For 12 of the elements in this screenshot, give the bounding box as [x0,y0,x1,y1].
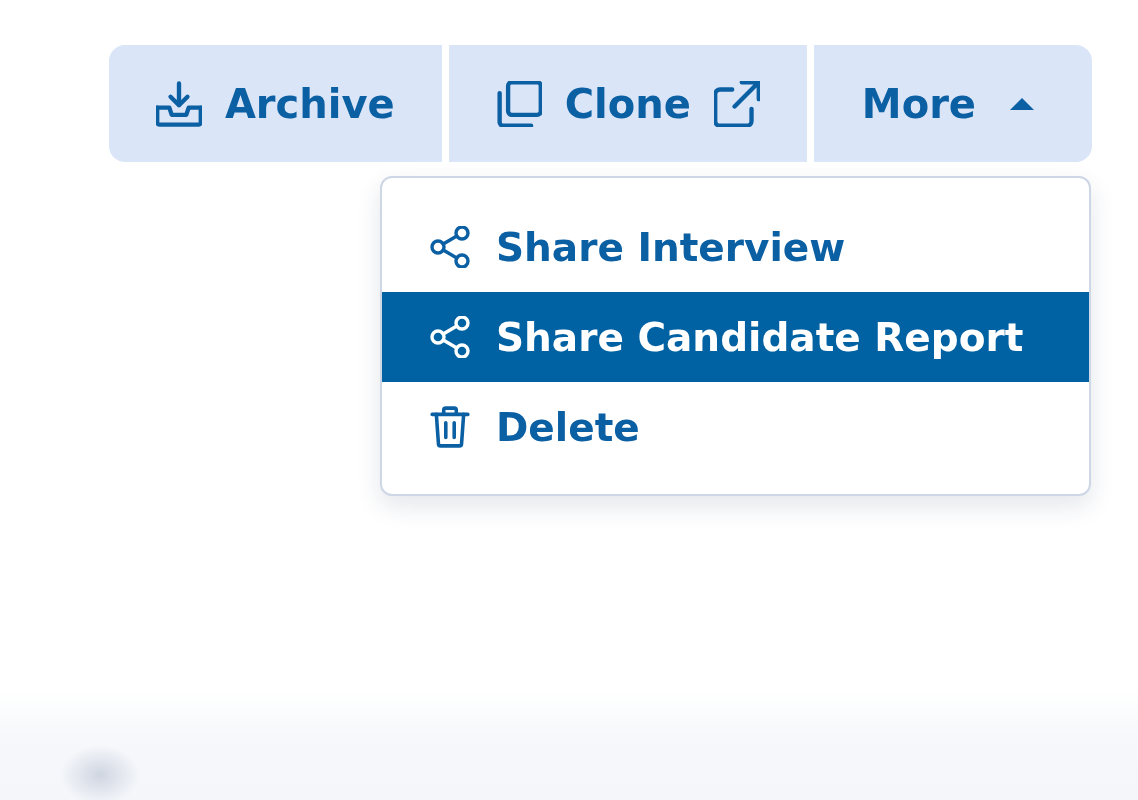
copy-icon [495,80,542,127]
tray-download-icon [155,80,202,127]
share-icon [430,316,470,358]
menu-item[interactable]: Share Candidate Report [382,292,1089,382]
menu-item[interactable]: Delete [382,382,1089,472]
action-button[interactable]: Clone [448,45,807,162]
share-icon [430,226,470,268]
action-button[interactable]: More [813,45,1092,162]
trash-icon [430,406,470,448]
external-link-icon [713,80,760,127]
menu-item[interactable]: Share Interview [382,202,1089,292]
action-button[interactable]: Archive [108,45,442,162]
